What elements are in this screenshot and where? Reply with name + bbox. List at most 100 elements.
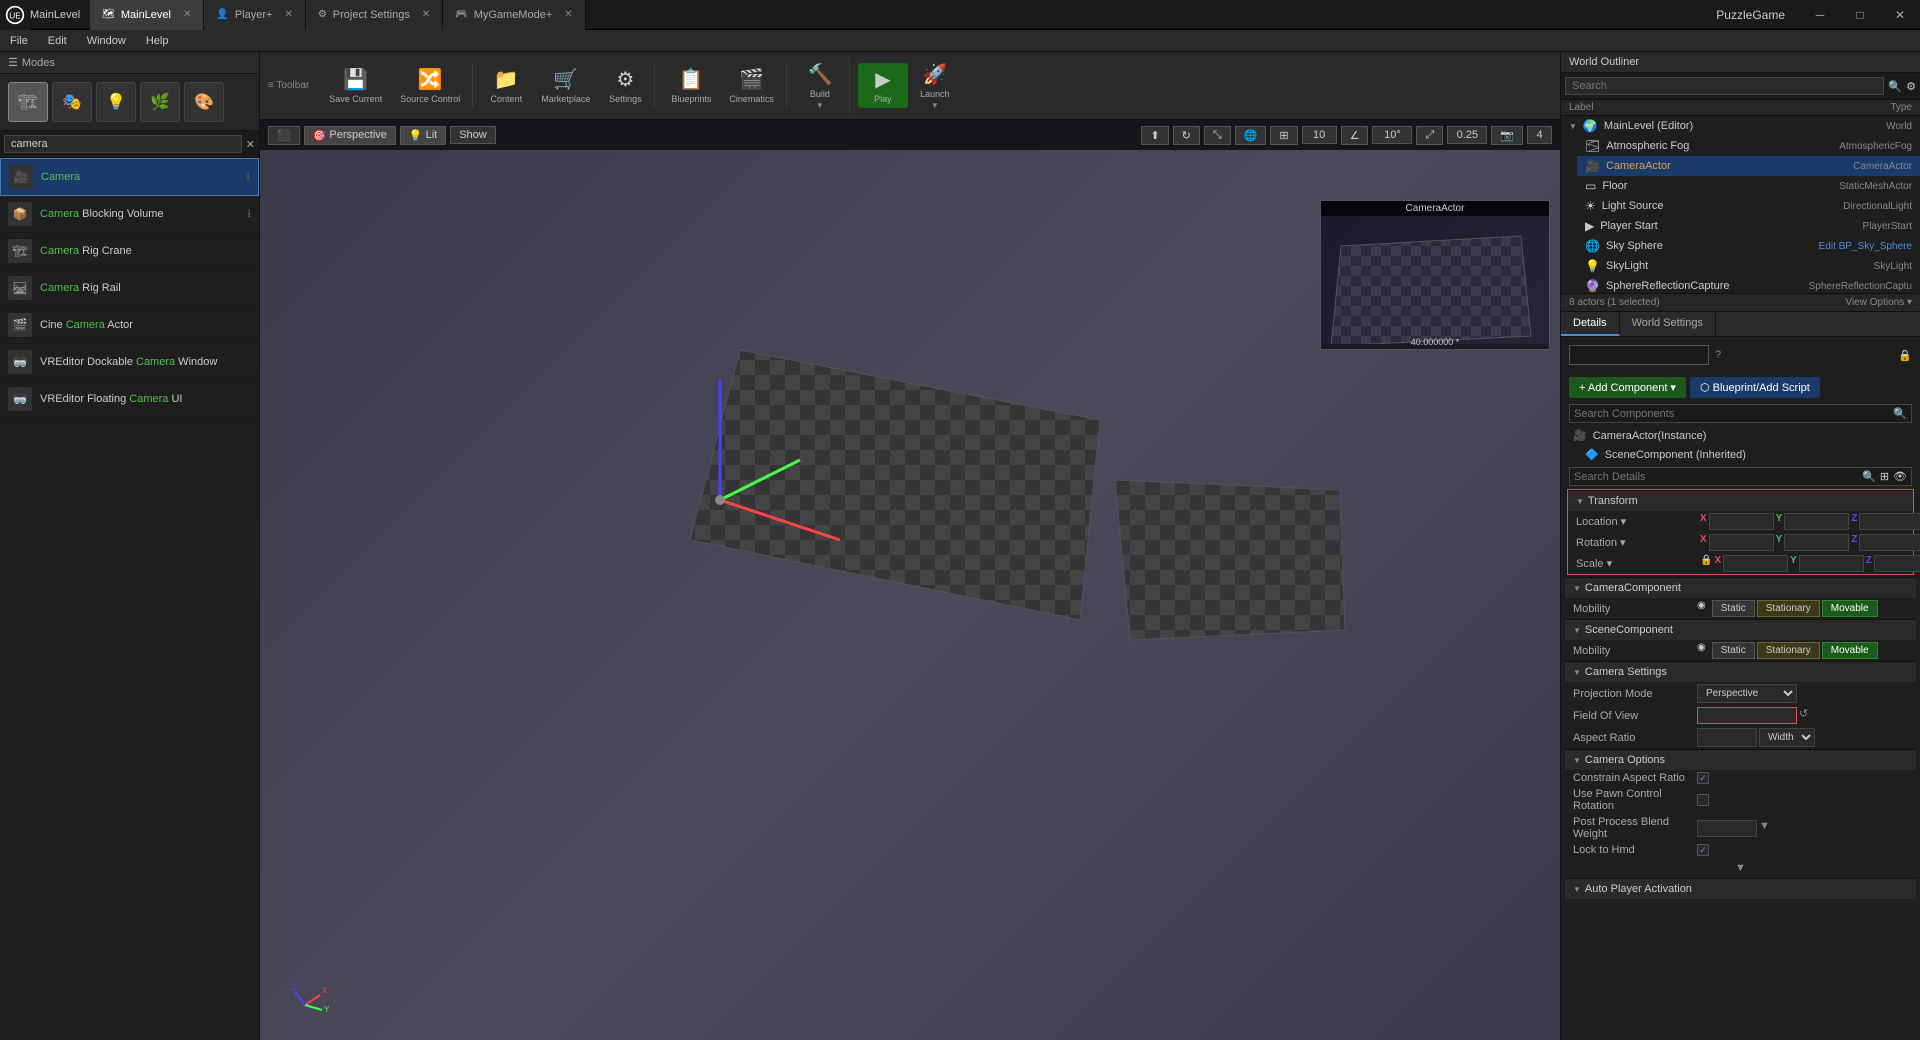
search-clear-button[interactable]: ✕ [246, 138, 255, 151]
mode-paint[interactable]: 🎭 [52, 82, 92, 122]
viewport-angle-value[interactable] [1372, 126, 1412, 144]
maximize-button[interactable]: □ [1840, 0, 1880, 30]
tab-mainlevel-close[interactable]: ✕ [183, 9, 191, 20]
actor-name-input[interactable]: CameraActor [1569, 345, 1709, 365]
viewport[interactable]: ⬛ 🎯 Perspective 💡 Lit Show ⬆ ↻ [260, 120, 1560, 1040]
scene-component-section-header[interactable]: SceneComponent [1565, 619, 1916, 640]
viewport-camera-speed[interactable]: 📷 [1491, 126, 1523, 145]
search-input[interactable] [4, 135, 242, 153]
placement-item-camera-blocking[interactable]: 📦 Camera Blocking Volume ℹ [0, 196, 259, 233]
tab-details[interactable]: Details [1561, 312, 1620, 336]
viewport-angle-snapping[interactable]: ∠ [1341, 126, 1369, 145]
mode-foliage[interactable]: 🌿 [140, 82, 180, 122]
rotation-y-input[interactable]: -60.0 ° [1784, 534, 1849, 551]
settings-button[interactable]: ⚙ Settings [600, 63, 650, 108]
viewport-grid-size[interactable] [1302, 126, 1337, 144]
menu-file[interactable]: File [0, 33, 38, 49]
tab-project-settings-close[interactable]: ✕ [422, 9, 430, 20]
fov-reset-icon[interactable]: ↺ [1799, 707, 1808, 724]
details-eye-icon[interactable]: 👁 [1893, 470, 1907, 483]
wo-item-mainlevel[interactable]: ▼ 🌍 MainLevel (Editor) World [1561, 116, 1920, 136]
use-pawn-checkbox[interactable] [1697, 794, 1709, 806]
wo-mainlevel-expand[interactable]: ▼ [1569, 122, 1577, 131]
close-button[interactable]: ✕ [1880, 0, 1920, 30]
wo-item-floor[interactable]: ▭ Floor StaticMeshActor [1577, 176, 1920, 196]
tab-mygamemode[interactable]: 🎮 MyGameMode+ ✕ [443, 0, 585, 30]
scale-z-input[interactable]: 1.0 [1874, 555, 1920, 572]
details-grid-icon[interactable]: ⊞ [1880, 470, 1889, 483]
menu-window[interactable]: Window [77, 33, 136, 49]
wo-item-fog[interactable]: 🌫 Atmospheric Fog AtmosphericFog [1577, 136, 1920, 156]
play-button[interactable]: ▶ Play [858, 63, 908, 108]
constrain-aspect-checkbox[interactable] [1697, 772, 1709, 784]
placement-item-cine-camera[interactable]: 🎬 Cine Camera Actor [0, 307, 259, 344]
scale-x-input[interactable]: 1.0 [1723, 555, 1788, 572]
transform-section-header[interactable]: Transform [1568, 490, 1913, 511]
placement-item-camera[interactable]: 🎥 Camera ℹ [0, 158, 259, 196]
wo-item-reflection[interactable]: 🔮 SphereReflectionCapture SphereReflecti… [1577, 276, 1920, 293]
viewport-world-space[interactable]: 🌐 [1235, 126, 1267, 145]
placement-item-vr-dockable[interactable]: 🥽 VREditor Dockable Camera Window [0, 344, 259, 381]
viewport-lit-button[interactable]: 💡 Lit [400, 126, 446, 145]
location-x-input[interactable]: -1130.0 [1709, 513, 1774, 530]
rotation-z-input[interactable]: 380.0 ° [1859, 534, 1920, 551]
lock-hmd-checkbox[interactable] [1697, 844, 1709, 856]
tab-mygamemode-close[interactable]: ✕ [564, 9, 572, 20]
viewport-show-button[interactable]: Show [450, 126, 496, 144]
source-control-button[interactable]: 🔀 Source Control [392, 63, 468, 108]
mode-geometry[interactable]: 🎨 [184, 82, 224, 122]
menu-edit[interactable]: Edit [38, 33, 77, 49]
component-camera-actor-instance[interactable]: 🎥 CameraActor(Instance) [1565, 426, 1916, 445]
post-process-input[interactable]: 1.0 [1697, 820, 1757, 837]
mode-place[interactable]: 🏗 [8, 82, 48, 122]
save-current-button[interactable]: 💾 Save Current [321, 63, 390, 108]
cinematics-button[interactable]: 🎬 Cinematics [721, 63, 782, 108]
location-label[interactable]: Location ▾ [1576, 515, 1696, 528]
content-button[interactable]: 📁 Content [481, 63, 531, 108]
wo-item-camera[interactable]: 🎥 CameraActor CameraActor [1577, 156, 1920, 176]
search-components-input-field[interactable] [1574, 408, 1889, 420]
wo-item-light[interactable]: ☀ Light Source DirectionalLight [1577, 196, 1920, 216]
search-details-input-field[interactable] [1574, 471, 1858, 483]
mode-landscape[interactable]: 💡 [96, 82, 136, 122]
auto-player-section-header[interactable]: Auto Player Activation [1565, 878, 1916, 899]
wo-settings-icon[interactable]: ⚙ [1906, 80, 1916, 93]
camera-movable-button[interactable]: Movable [1822, 600, 1878, 617]
viewport-perspective-button[interactable]: 🎯 Perspective [304, 126, 396, 145]
location-y-input[interactable]: -400.0 [1784, 513, 1849, 530]
camera-static-button[interactable]: Static [1712, 600, 1755, 617]
tab-mainlevel[interactable]: 🗺 MainLevel ✕ [90, 0, 204, 30]
wo-item-playerstart[interactable]: ▶ Player Start PlayerStart [1577, 216, 1920, 236]
post-process-dropdown[interactable]: ▼ [1759, 820, 1770, 837]
placement-item-vr-floating[interactable]: 🥽 VREditor Floating Camera UI [0, 381, 259, 418]
details-expand-more[interactable]: ▼ [1565, 858, 1916, 878]
aspect-ratio-unit[interactable]: Width [1759, 728, 1815, 747]
tab-player[interactable]: 👤 Player+ ✕ [204, 0, 305, 30]
placement-item-camera-rig-rail[interactable]: 🛤 Camera Rig Rail [0, 270, 259, 307]
scene-movable-button[interactable]: Movable [1822, 642, 1878, 659]
blueprint-button[interactable]: ⬡ Blueprint/Add Script [1690, 377, 1820, 398]
add-component-button[interactable]: + Add Component ▾ [1569, 377, 1686, 398]
location-z-input[interactable]: 2010.0 [1859, 513, 1920, 530]
aspect-ratio-input[interactable]: 1.777... [1697, 728, 1757, 747]
build-button[interactable]: 🔨 Build ▼ [795, 58, 845, 114]
minimize-button[interactable]: ─ [1800, 0, 1840, 30]
viewport-scale[interactable]: ⤡ [1204, 126, 1231, 145]
scene-static-button[interactable]: Static [1712, 642, 1755, 659]
viewport-translate[interactable]: ⬆ [1141, 126, 1168, 145]
scale-y-input[interactable]: 1.0 [1799, 555, 1864, 572]
scale-label[interactable]: Scale ▾ [1576, 557, 1696, 570]
rotation-x-input[interactable]: 0.0 ° [1709, 534, 1774, 551]
camera-stationary-button[interactable]: Stationary [1757, 600, 1820, 617]
menu-help[interactable]: Help [136, 33, 179, 49]
scale-lock-icon[interactable]: 🔒 [1700, 555, 1712, 572]
viewport-scale-snapping[interactable]: ⤢ [1416, 126, 1443, 145]
launch-button[interactable]: 🚀 Launch ▼ [910, 58, 960, 114]
tab-player-close[interactable]: ✕ [284, 9, 292, 20]
wo-item-skysphere[interactable]: 🌐 Sky Sphere Edit BP_Sky_Sphere [1577, 236, 1920, 256]
projection-mode-select[interactable]: Perspective Orthographic [1697, 684, 1797, 703]
wo-search-input[interactable] [1565, 77, 1884, 95]
component-scene-inherited[interactable]: 🔷 SceneComponent (Inherited) [1565, 445, 1916, 464]
placement-item-camera-rig-crane[interactable]: 🏗 Camera Rig Crane [0, 233, 259, 270]
field-of-view-input[interactable]: 40.0 ° [1697, 707, 1797, 724]
